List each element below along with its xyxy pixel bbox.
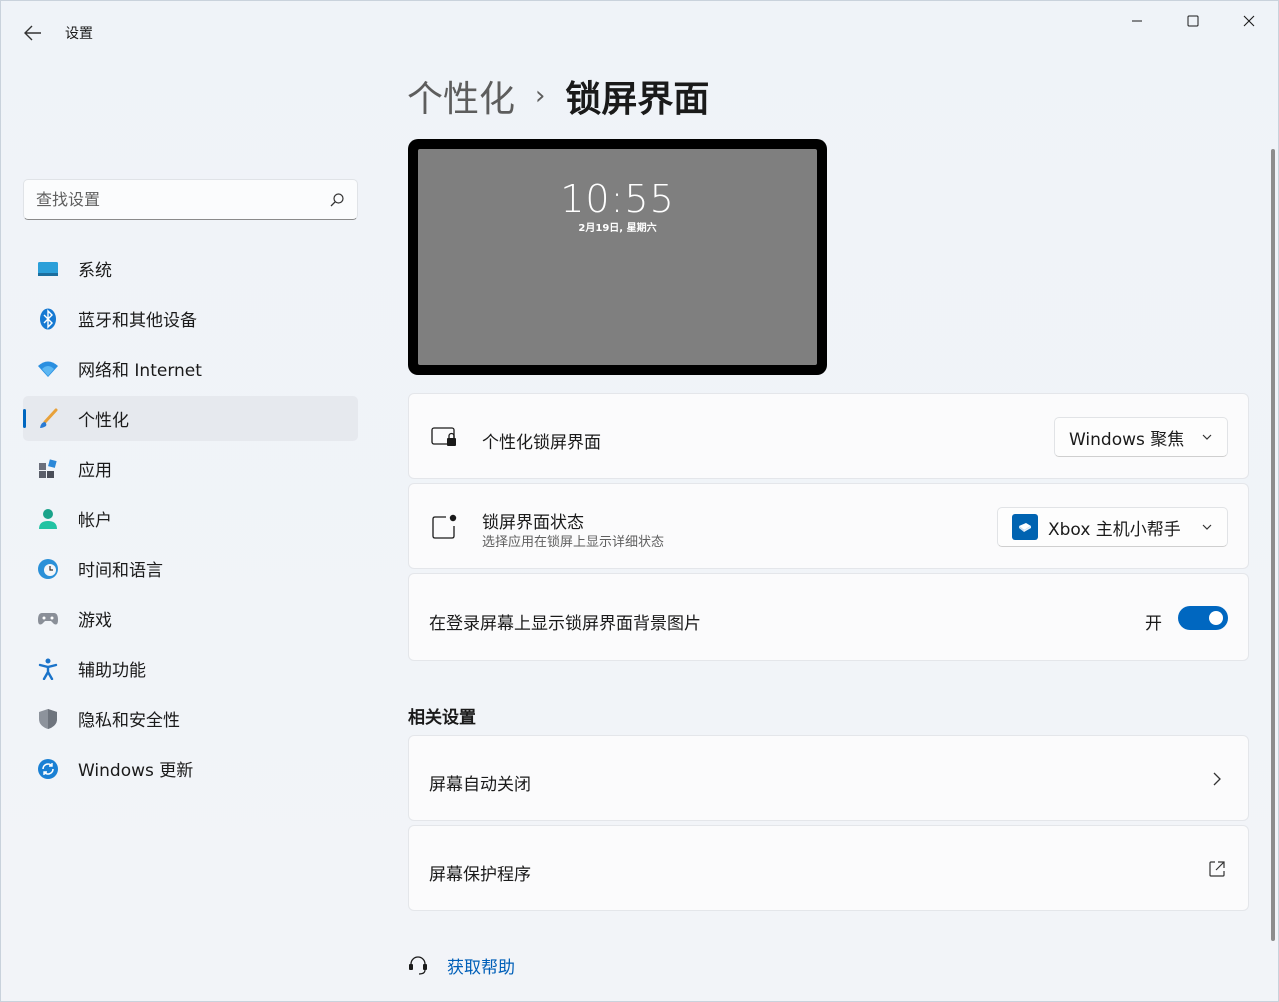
shield-icon [37, 708, 59, 730]
chevron-down-icon [1202, 434, 1212, 440]
sidebar-item-privacy[interactable]: 隐私和安全性 [23, 696, 358, 741]
breadcrumb: 个性化 › 锁屏界面 [407, 71, 709, 121]
sidebar-item-accounts[interactable]: 帐户 [23, 496, 358, 541]
screen-timeout-link[interactable]: 屏幕自动关闭 [408, 735, 1249, 821]
sidebar-item-label: 应用 [78, 461, 112, 481]
wifi-icon [37, 358, 59, 380]
scrollbar[interactable] [1271, 149, 1275, 941]
update-icon [37, 758, 59, 780]
personalize-lock-dropdown[interactable]: Windows 聚焦 [1054, 417, 1228, 457]
page-title: 锁屏界面 [565, 79, 710, 120]
personalize-lock-title: 个性化锁屏界面 [482, 433, 601, 453]
breadcrumb-separator: › [535, 81, 546, 111]
active-indicator [23, 409, 26, 428]
help-icon [409, 956, 427, 975]
sidebar-item-label: 隐私和安全性 [78, 711, 180, 731]
lock-screen-preview: 10:55 2月19日, 星期六 [408, 139, 827, 375]
lock-status-title: 锁屏界面状态 [482, 513, 584, 533]
sidebar-item-label: 个性化 [78, 411, 129, 431]
toggle-state-label: 开 [1145, 614, 1162, 634]
xbox-companion-icon [1012, 514, 1038, 540]
sidebar-item-apps[interactable]: 应用 [23, 446, 358, 491]
sidebar-item-label: 游戏 [78, 611, 112, 631]
get-help-link[interactable]: 获取帮助 [407, 951, 515, 979]
search-icon[interactable] [329, 192, 345, 208]
settings-window: 设置 系统 蓝牙和其他设备 [0, 0, 1279, 1002]
signin-background-card: 在登录屏幕上显示锁屏界面背景图片 开 [408, 573, 1249, 661]
apps-icon [37, 458, 59, 480]
dropdown-value: Xbox 主机小帮手 [1048, 519, 1181, 540]
sidebar-item-label: Windows 更新 [78, 761, 194, 781]
back-arrow-icon [24, 25, 41, 41]
sidebar-item-windows-update[interactable]: Windows 更新 [23, 746, 358, 791]
sidebar-item-label: 系统 [78, 261, 112, 281]
external-link-icon [1208, 860, 1226, 878]
maximize-icon [1187, 15, 1199, 27]
sidebar-item-time-language[interactable]: 时间和语言 [23, 546, 358, 591]
chevron-down-icon [1202, 524, 1212, 530]
related-settings-heading: 相关设置 [408, 708, 476, 728]
sidebar-item-accessibility[interactable]: 辅助功能 [23, 646, 358, 691]
brush-icon [37, 408, 59, 430]
lock-status-dropdown[interactable]: Xbox 主机小帮手 [997, 507, 1228, 547]
minimize-button[interactable] [1109, 1, 1165, 41]
close-icon [1243, 15, 1255, 27]
sidebar-item-label: 帐户 [78, 511, 112, 531]
screen-saver-label: 屏幕保护程序 [429, 865, 531, 885]
sidebar-item-bluetooth[interactable]: 蓝牙和其他设备 [23, 296, 358, 341]
clock-globe-icon [37, 558, 59, 580]
minimize-icon [1132, 20, 1142, 22]
accessibility-icon [37, 658, 59, 680]
screen-timeout-label: 屏幕自动关闭 [429, 775, 531, 795]
screen-saver-link[interactable]: 屏幕保护程序 [408, 825, 1249, 911]
lock-screen-icon [431, 423, 459, 451]
preview-time: 10:55 [560, 177, 675, 221]
gamepad-icon [37, 608, 59, 630]
get-help-label: 获取帮助 [447, 957, 515, 978]
breadcrumb-parent[interactable]: 个性化 [407, 70, 515, 122]
dropdown-value: Windows 聚焦 [1069, 429, 1185, 450]
back-button[interactable] [15, 17, 51, 49]
sidebar-item-network[interactable]: 网络和 Internet [23, 346, 358, 391]
sidebar-item-label: 时间和语言 [78, 561, 163, 581]
preview-screen: 10:55 2月19日, 星期六 [418, 149, 817, 365]
sidebar-item-label: 网络和 Internet [78, 361, 202, 381]
system-icon [37, 258, 59, 280]
close-button[interactable] [1221, 1, 1277, 41]
chevron-right-icon [1208, 770, 1226, 788]
sidebar-item-system[interactable]: 系统 [23, 246, 358, 291]
account-icon [37, 508, 59, 530]
sidebar-item-label: 蓝牙和其他设备 [78, 311, 197, 331]
title-bar: 设置 [1, 1, 1278, 61]
search-box [23, 179, 358, 220]
preview-date: 2月19日, 星期六 [578, 223, 657, 234]
lock-status-subtitle: 选择应用在锁屏上显示详细状态 [482, 535, 665, 550]
signin-background-title: 在登录屏幕上显示锁屏界面背景图片 [429, 614, 701, 634]
bluetooth-icon [37, 308, 59, 330]
lock-status-card: 锁屏界面状态 选择应用在锁屏上显示详细状态 Xbox 主机小帮手 [408, 483, 1249, 569]
search-input[interactable] [36, 190, 329, 209]
sidebar-item-gaming[interactable]: 游戏 [23, 596, 358, 641]
sidebar-item-label: 辅助功能 [78, 661, 146, 681]
status-badge-icon [431, 513, 459, 541]
app-title: 设置 [65, 26, 93, 42]
personalize-lock-card: 个性化锁屏界面 Windows 聚焦 [408, 393, 1249, 479]
signin-background-toggle[interactable] [1178, 606, 1228, 630]
maximize-button[interactable] [1165, 1, 1221, 41]
sidebar-item-personalization[interactable]: 个性化 [23, 396, 358, 441]
sidebar-nav: 系统 蓝牙和其他设备 网络和 Internet 个性化 应用 帐户 时间和语言 … [23, 246, 358, 796]
toggle-knob [1209, 611, 1223, 625]
